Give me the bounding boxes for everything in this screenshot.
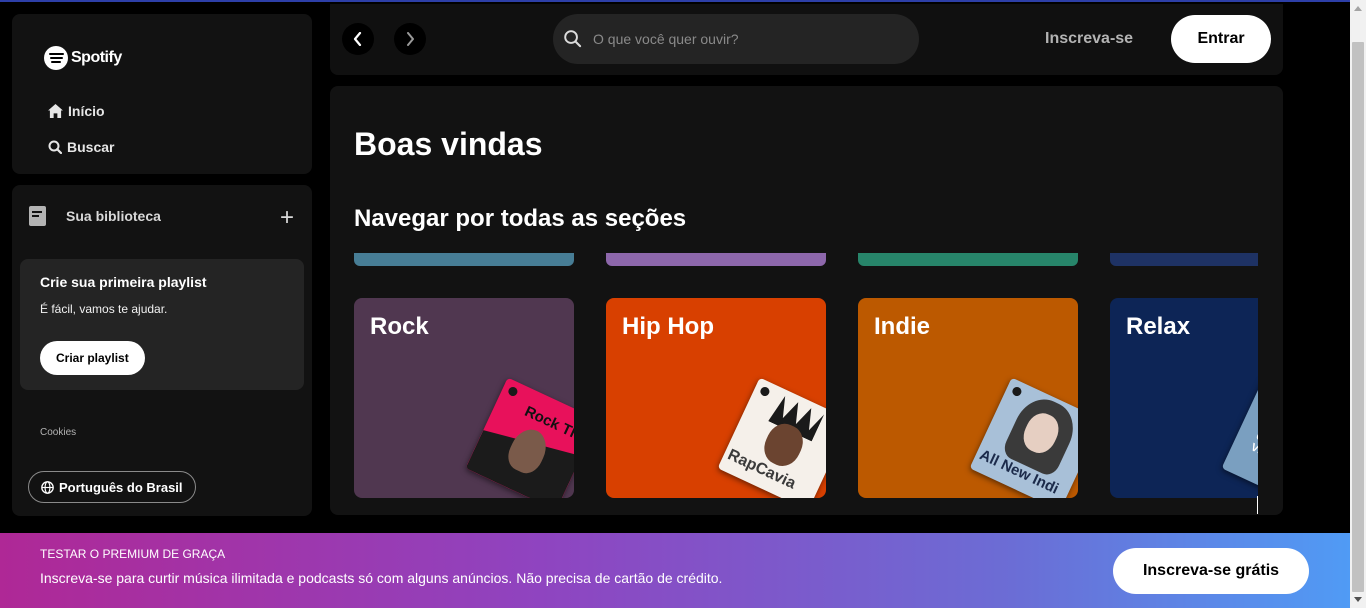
spotify-mini-logo-icon xyxy=(506,385,519,398)
cover-label: Chill Vibes xyxy=(1248,430,1258,465)
page-title: Boas vindas xyxy=(354,126,543,162)
language-button[interactable]: Português do Brasil xyxy=(28,471,196,503)
spotify-mini-logo-icon xyxy=(1010,385,1023,398)
globe-icon xyxy=(41,480,54,494)
library-icon xyxy=(29,206,46,226)
window-top-border xyxy=(0,0,1366,2)
playlist-cover-image: All New Indi xyxy=(969,377,1078,498)
search-input[interactable] xyxy=(593,14,903,64)
genre-card-rock[interactable]: Rock Rock Thi xyxy=(354,298,574,498)
create-playlist-card: Crie sua primeira playlist É fácil, vamo… xyxy=(20,259,304,390)
spotify-mini-logo-icon xyxy=(758,385,771,398)
spotify-logo-icon xyxy=(44,46,68,70)
scrollbar-thumb[interactable] xyxy=(1352,42,1364,592)
cookies-link[interactable]: Cookies xyxy=(40,427,76,438)
spotify-logo[interactable]: Spotify xyxy=(44,46,122,70)
library-header[interactable]: Sua biblioteca xyxy=(28,205,161,227)
back-button[interactable] xyxy=(342,23,374,55)
genre-title: Indie xyxy=(874,313,931,340)
signup-link[interactable]: Inscreva-se xyxy=(1045,30,1133,48)
genre-card-hip-hop[interactable]: Hip Hop RapCavia xyxy=(606,298,826,498)
premium-banner[interactable]: TESTAR O PREMIUM DE GRAÇA Inscreva-se pa… xyxy=(0,533,1350,608)
genre-card-relax[interactable]: Relax Chill Vibes xyxy=(1110,298,1258,498)
previous-card-strip[interactable] xyxy=(606,253,826,266)
previous-row-strip xyxy=(354,253,1258,266)
genre-title: Rock xyxy=(370,313,429,340)
banner-text: Inscreva-se para curtir música ilimitada… xyxy=(40,570,723,586)
library-title: Sua biblioteca xyxy=(66,208,161,224)
sidebar-item-home[interactable]: Início xyxy=(48,103,105,119)
sidebar-nav: Spotify Início Buscar xyxy=(12,14,312,174)
sidebar-item-search[interactable]: Buscar xyxy=(48,139,114,155)
playlist-cover-image: RapCavia xyxy=(717,377,826,498)
create-playlist-subtitle: É fácil, vamos te ajudar. xyxy=(40,302,168,316)
add-library-button[interactable]: + xyxy=(280,206,294,230)
search-icon xyxy=(564,30,582,48)
row-scroll-marker xyxy=(1257,496,1258,514)
section-title: Navegar por todas as seções xyxy=(354,205,687,232)
signup-free-button[interactable]: Inscreva-se grátis xyxy=(1113,548,1309,594)
sidebar-item-home-label: Início xyxy=(68,103,105,119)
page-scrollbar[interactable] xyxy=(1350,0,1366,608)
forward-button[interactable] xyxy=(394,23,426,55)
genre-row: Rock Rock Thi Hip Hop RapCavia Indie All… xyxy=(354,298,1258,498)
playlist-cover-image: Chill Vibes xyxy=(1221,377,1258,498)
previous-card-strip[interactable] xyxy=(354,253,574,266)
create-playlist-title: Crie sua primeira playlist xyxy=(40,274,207,290)
spotify-logo-text: Spotify xyxy=(71,49,122,66)
language-label: Português do Brasil xyxy=(59,479,183,495)
home-icon xyxy=(48,104,63,118)
login-button[interactable]: Entrar xyxy=(1171,15,1271,63)
main-content: Boas vindas Navegar por todas as seções … xyxy=(330,86,1283,515)
create-playlist-button[interactable]: Criar playlist xyxy=(40,341,145,375)
library-panel: Sua biblioteca + Crie sua primeira playl… xyxy=(12,185,312,516)
chevron-right-icon xyxy=(407,32,414,46)
previous-card-strip[interactable] xyxy=(858,253,1078,266)
playlist-cover-image: Rock Thi xyxy=(465,377,574,498)
genre-title: Relax xyxy=(1126,313,1191,340)
scroll-down-arrow-icon[interactable] xyxy=(1354,597,1362,602)
previous-card-strip[interactable] xyxy=(1110,253,1258,266)
top-header: Inscreva-se Entrar xyxy=(330,4,1283,75)
search-icon xyxy=(48,140,62,154)
banner-kicker: TESTAR O PREMIUM DE GRAÇA xyxy=(40,547,226,561)
genre-title: Hip Hop xyxy=(622,313,714,340)
chevron-left-icon xyxy=(353,32,362,46)
genre-card-indie[interactable]: Indie All New Indi xyxy=(858,298,1078,498)
search-bar xyxy=(553,14,919,64)
sidebar-item-search-label: Buscar xyxy=(67,139,115,155)
scroll-up-arrow-icon[interactable] xyxy=(1354,6,1362,11)
